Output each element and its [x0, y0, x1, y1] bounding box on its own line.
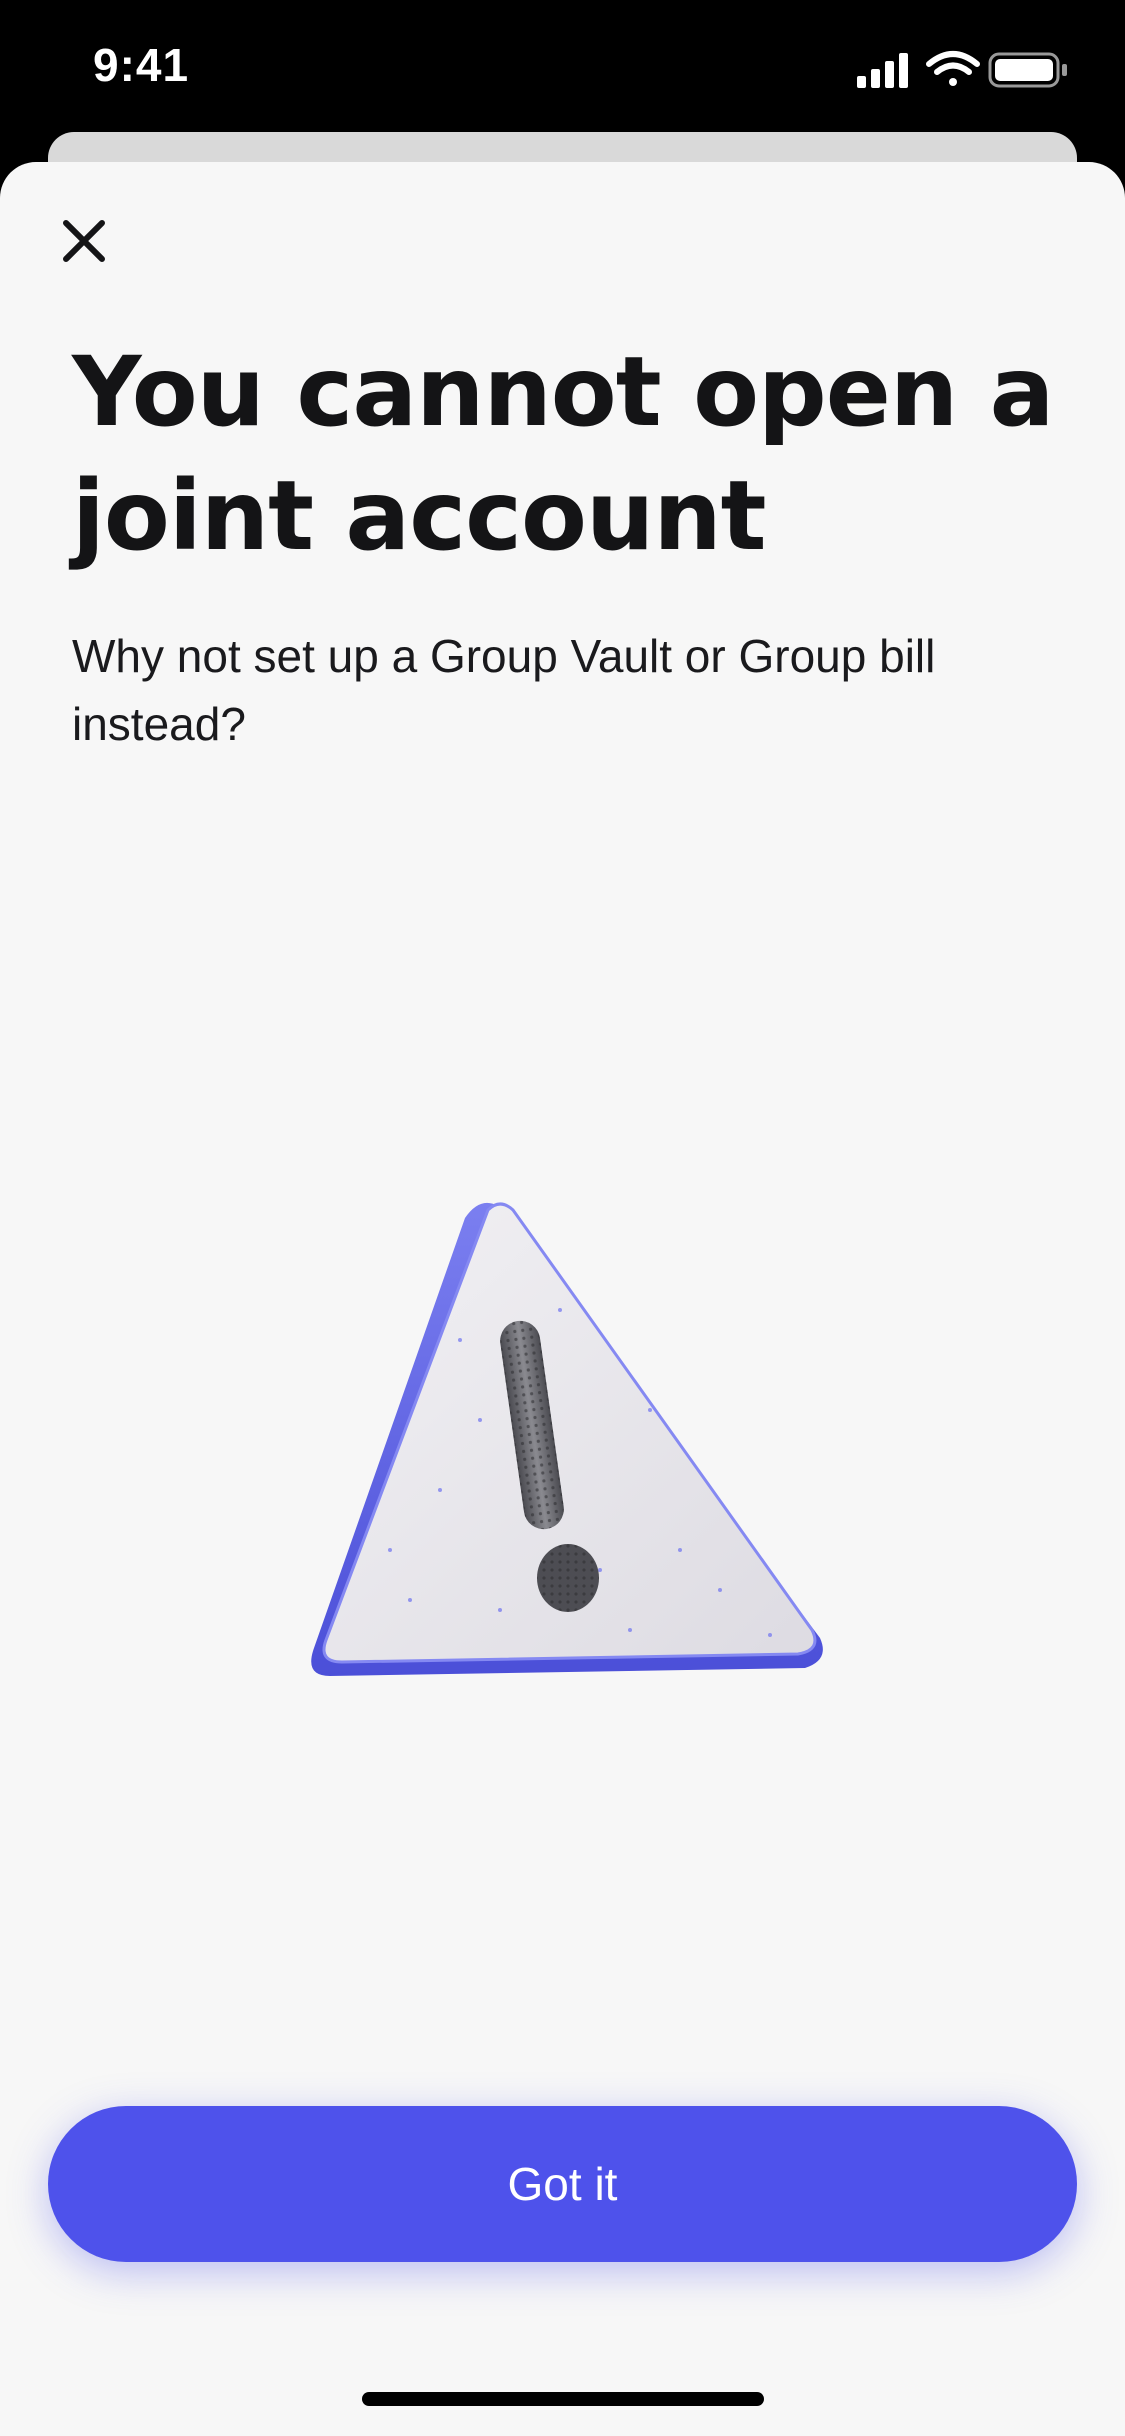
status-time: 9:41 [93, 39, 190, 91]
status-icons [827, 50, 1077, 90]
status-bar: 9:41 [0, 0, 1125, 135]
warning-triangle-icon [311, 1202, 823, 1676]
battery-icon [988, 52, 1067, 88]
warning-illustration [300, 1190, 840, 1700]
page-title: You cannot open a joint account [72, 336, 1054, 572]
got-it-button-label: Got it [507, 2158, 618, 2210]
close-button[interactable] [48, 205, 120, 277]
cellular-signal-icon [857, 53, 908, 88]
got-it-button[interactable]: Got it [48, 2106, 1077, 2262]
close-icon [63, 220, 105, 262]
wifi-icon [926, 51, 980, 86]
home-indicator[interactable] [362, 2392, 764, 2406]
page-subtitle: Why not set up a Group Vault or Group bi… [72, 630, 936, 750]
